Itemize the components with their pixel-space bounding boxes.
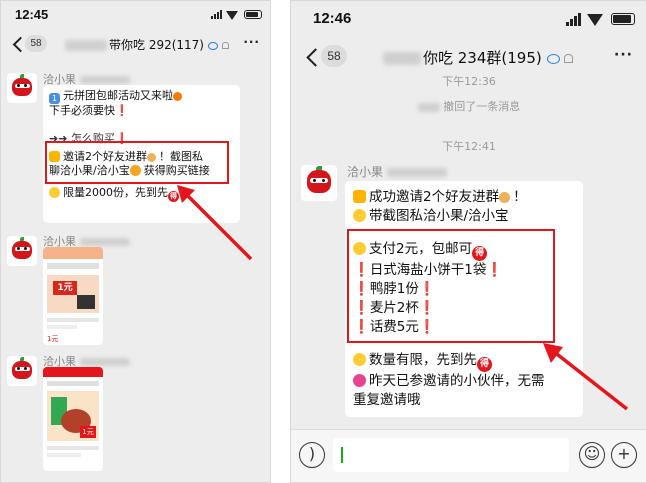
- promo-label: 1元: [80, 426, 96, 438]
- keycap-one-icon: 1: [49, 93, 60, 104]
- sender-name: 洽小果: [347, 163, 447, 180]
- system-recall-notice: 撤回了一条消息: [291, 98, 646, 114]
- avatar[interactable]: [7, 236, 37, 266]
- plus-icon[interactable]: +: [611, 442, 637, 468]
- chat-header: 58 你吃 234群(195) ···: [291, 39, 646, 73]
- left-chat-screenshot: 12:45 58 带你吃 292(117) ··· 洽小果 1 元拼团包邮活动又来…: [0, 0, 271, 483]
- avatar[interactable]: [7, 73, 37, 103]
- unread-badge: 58: [25, 35, 47, 52]
- emoji-icon[interactable]: ☺: [579, 442, 605, 468]
- clock: 12:45: [15, 7, 49, 22]
- highlight-box: [347, 229, 555, 343]
- price-label: 1元: [47, 335, 59, 343]
- unread-badge: 58: [321, 45, 347, 67]
- battery-icon: [611, 13, 635, 25]
- group-icon: [546, 53, 560, 64]
- de-badge-icon: 得: [168, 191, 179, 202]
- signal-icon: [211, 10, 222, 19]
- sparkle-icon: [173, 92, 182, 101]
- flex-arm-icon: [499, 192, 511, 203]
- clock: 12:46: [313, 10, 352, 27]
- chat-title: 你吃 234群(195): [383, 47, 574, 68]
- avatar[interactable]: [7, 356, 37, 386]
- highlight-box: [45, 141, 229, 184]
- system-time: 下午12:36: [442, 75, 496, 88]
- status-bar: 12:46: [291, 1, 646, 35]
- heart-icon: [353, 374, 366, 387]
- wifi-icon: [587, 14, 603, 26]
- shared-image[interactable]: 1元 1元: [43, 247, 103, 345]
- mute-bell-icon: [221, 42, 229, 49]
- promo-label: 1元: [53, 281, 77, 295]
- mute-bell-icon: [564, 54, 574, 63]
- signal-icon: [566, 13, 581, 26]
- smile-face-icon: [353, 209, 366, 222]
- chat-header: 58 带你吃 292(117) ···: [1, 29, 270, 59]
- voice-icon[interactable]: ): [299, 442, 325, 468]
- text-caret: [341, 447, 343, 463]
- group-icon: [207, 41, 218, 50]
- chat-title: 带你吃 292(117): [65, 36, 229, 53]
- wink-face-icon: [353, 353, 366, 366]
- status-bar: 12:45: [1, 1, 270, 27]
- shared-image[interactable]: 1元: [43, 367, 103, 471]
- star-icon: [353, 190, 366, 203]
- happy-face-icon: [49, 187, 60, 198]
- system-time: 下午12:41: [442, 140, 496, 153]
- message-input[interactable]: [333, 438, 569, 472]
- right-chat-screenshot: 12:46 58 你吃 234群(195) ··· 下午12:36 撤回了一条消…: [290, 0, 646, 483]
- input-bar: ) ☺ +: [291, 429, 646, 482]
- battery-icon: [244, 10, 262, 19]
- wifi-icon: [226, 11, 238, 20]
- more-dots-icon[interactable]: ···: [614, 47, 633, 63]
- avatar[interactable]: [301, 165, 337, 201]
- de-badge-icon: 得: [477, 357, 492, 372]
- more-dots-icon[interactable]: ···: [243, 35, 260, 49]
